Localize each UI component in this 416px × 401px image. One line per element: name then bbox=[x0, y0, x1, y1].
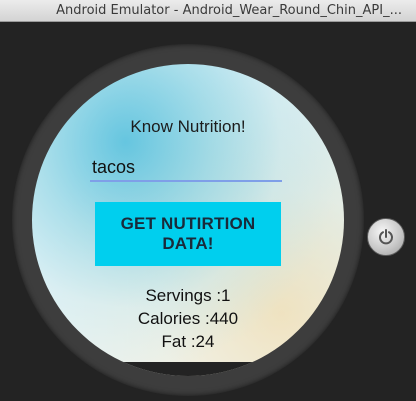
calories-text: Calories :440 bbox=[137, 309, 239, 328]
fat-text: Fat :24 bbox=[161, 332, 215, 351]
emulator-screen: Know Nutrition! GET NUTIRTION DATA! Serv… bbox=[0, 22, 416, 401]
title-bar[interactable]: Android Emulator - Android_Wear_Round_Ch… bbox=[0, 0, 416, 22]
window-title: Android Emulator - Android_Wear_Round_Ch… bbox=[56, 3, 402, 18]
power-icon bbox=[379, 229, 393, 245]
app-title: Know Nutrition! bbox=[130, 117, 246, 136]
watch-face: Know Nutrition! GET NUTIRTION DATA! Serv… bbox=[32, 64, 344, 376]
servings-text: Servings :1 bbox=[145, 286, 231, 305]
food-search-input[interactable] bbox=[90, 154, 282, 182]
emulator-window: Android Emulator - Android_Wear_Round_Ch… bbox=[0, 0, 416, 401]
power-button[interactable] bbox=[367, 218, 405, 256]
get-nutrition-data-button[interactable]: GET NUTIRTION DATA! bbox=[95, 202, 281, 266]
watch-chin bbox=[32, 362, 344, 376]
